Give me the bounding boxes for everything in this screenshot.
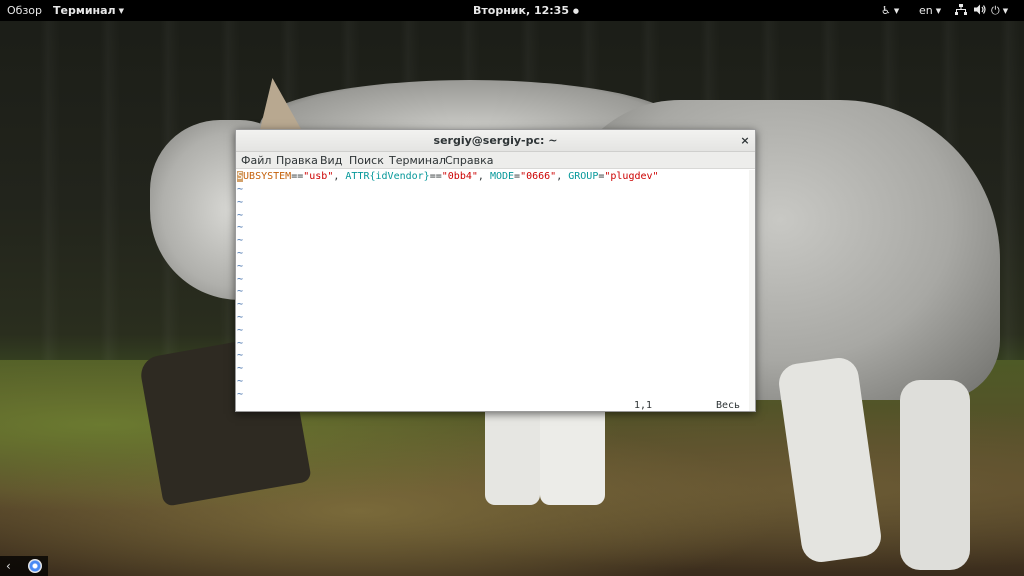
tilde-line: ~ [237,235,244,247]
menu-file[interactable]: Файл [241,152,271,169]
tilde-line: ~ [237,209,244,221]
udev-separator: , [333,171,346,182]
menu-terminal[interactable]: Терминал [389,152,446,169]
scrollbar[interactable] [749,170,755,411]
menu-bar: Файл Правка Вид Поиск Терминал Справка [236,152,755,169]
scroll-position: Весь [716,400,741,411]
udev-attr-name: {idVendor} [369,171,430,182]
dropdown-arrow-icon: ▼ [935,7,942,15]
terminal-area[interactable]: SUBSYSTEM=="usb", ATTR{idVendor}=="0bb4"… [236,170,755,411]
dropdown-arrow-icon: ▼ [1002,7,1009,15]
top-bar: Обзор Терминал ▼ Вторник, 12:35 ● ♿ ▼ en ▼ … [0,0,1024,21]
power-icon: ⏻ [991,4,1000,17]
accessibility-menu[interactable]: ♿ ▼ [881,0,899,21]
tilde-line: ~ [237,260,244,272]
dropdown-arrow-icon: ▼ [118,7,125,15]
menu-edit[interactable]: Правка [276,152,318,169]
udev-separator: , [556,171,569,182]
window-titlebar[interactable]: sergiy@sergiy-pc: ~ × [236,130,755,152]
udev-value: "usb" [303,171,334,182]
app-menu-label: Терминал [53,4,116,17]
bottom-dock: ‹ [0,556,48,576]
notification-dot-icon: ● [572,7,579,15]
power-menu[interactable]: ⏻ ▼ [991,0,1008,21]
udev-separator: , [477,171,490,182]
app-menu-button[interactable]: Терминал ▼ [53,0,124,21]
menu-view[interactable]: Вид [320,152,342,169]
tilde-line: ~ [237,324,244,336]
editor-line: SUBSYSTEM=="usb", ATTR{idVendor}=="0bb4"… [237,171,659,183]
chrome-icon[interactable] [28,559,42,573]
language-menu[interactable]: en ▼ [919,0,941,21]
tilde-line: ~ [237,286,244,298]
udev-value: "plugdev" [604,171,659,182]
tilde-line: ~ [237,248,244,259]
wallpaper-wolf-leg [900,380,970,570]
volume-icon[interactable] [974,0,987,21]
activities-button[interactable]: Обзор [7,0,42,21]
tilde-line: ~ [237,196,244,208]
tilde-line: ~ [237,350,244,362]
back-arrow-icon[interactable]: ‹ [6,558,11,574]
udev-key: MODE [489,171,515,182]
tilde-line: ~ [237,184,244,195]
menu-search[interactable]: Поиск [349,152,384,169]
terminal-window: sergiy@sergiy-pc: ~ × Файл Правка Вид По… [235,129,756,412]
language-label: en [919,4,933,17]
network-icon[interactable] [955,0,967,21]
accessibility-icon: ♿ [881,4,891,17]
tilde-line: ~ [237,222,244,234]
tilde-line: ~ [237,312,244,323]
tilde-line: ~ [237,273,244,285]
dropdown-arrow-icon: ▼ [893,7,900,15]
clock-label: Вторник, 12:35 [473,4,569,17]
cursor-position: 1,1 [634,400,653,411]
udev-operator: == [429,171,442,182]
clock-button[interactable]: Вторник, 12:35 ● [473,0,579,21]
window-title: sergiy@sergiy-pc: ~ [433,134,558,147]
tilde-line: ~ [237,363,244,375]
udev-key: ATTR [345,171,370,182]
tilde-line: ~ [237,299,244,311]
menu-help[interactable]: Справка [445,152,493,169]
udev-value: "0bb4" [441,171,478,182]
tilde-line: ~ [237,388,244,400]
udev-key: UBSYSTEM [243,171,292,182]
udev-key: GROUP [568,171,599,182]
tilde-line: ~ [237,376,244,387]
close-icon[interactable]: × [737,130,753,152]
udev-value: "0666" [520,171,557,182]
udev-operator: == [291,171,304,182]
tilde-line: ~ [237,337,244,349]
